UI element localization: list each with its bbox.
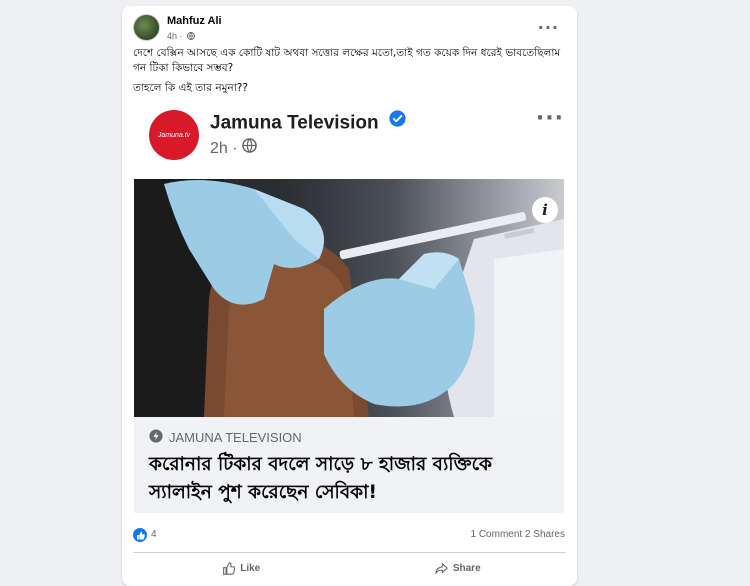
author-name[interactable]: Mahfuz Ali [167,15,222,27]
page-logo[interactable]: Jamuna.tv [149,110,199,160]
reactions-bar: 4 1 Comment 2 Shares [133,528,565,546]
share-count[interactable]: 2 Shares [525,529,565,540]
like-reaction-icon[interactable] [133,528,147,542]
post-time[interactable]: 4h [167,31,177,41]
engagement-counts: 1 Comment 2 Shares [471,529,566,540]
info-icon[interactable]: i [532,197,558,223]
link-domain: JAMUNA TELEVISION [169,430,302,445]
vaccination-illustration [134,179,564,417]
globe-icon [187,31,195,42]
bolt-icon [149,429,163,446]
share-label: Share [452,562,481,574]
shared-post[interactable]: Jamuna.tv Jamuna Television 2h · ··· i J… [134,99,564,513]
post-text: দেশে বেক্সিন আসছে এক কোটি ষাট অথবা সত্তো… [133,46,563,96]
share-button[interactable]: Share [350,556,567,580]
page-name[interactable]: Jamuna Television [210,113,379,134]
reaction-count[interactable]: 4 [151,529,157,540]
post-header: Mahfuz Ali 4h · ··· [133,14,569,48]
more-options-icon[interactable]: ··· [538,18,559,37]
divider [133,552,566,553]
page-name-row: Jamuna Television [210,110,406,135]
facebook-post: Mahfuz Ali 4h · ··· দেশে বেক্সিন আসছে এক… [122,6,577,586]
post-text-line-1: দেশে বেক্সিন আসছে এক কোটি ষাট অথবা সত্তো… [133,47,561,74]
post-meta: 4h · [167,31,195,42]
post-text-line-2: তাহলে কি এই তার নমুনা?? [133,82,248,94]
verified-badge-icon [389,110,406,133]
globe-icon [242,138,257,158]
more-options-icon[interactable]: ··· [536,106,564,131]
shared-post-header: Jamuna.tv Jamuna Television 2h · ··· [134,99,564,171]
share-arrow-icon [435,562,448,574]
shared-post-time[interactable]: 2h [210,140,228,157]
action-bar: Like Share [133,556,566,580]
link-domain-row: JAMUNA TELEVISION [149,429,302,446]
page-logo-text: Jamuna.tv [157,131,191,139]
thumbs-up-icon [223,561,236,575]
shared-post-meta: 2h · [210,138,257,159]
like-label: Like [240,562,261,574]
link-preview[interactable]: JAMUNA TELEVISION করোনার টিকার বদলে সাড়… [134,417,564,513]
avatar[interactable] [133,14,160,41]
vaccination-photo[interactable]: i [134,179,564,417]
comment-count[interactable]: 1 Comment [471,529,523,540]
like-button[interactable]: Like [133,556,350,580]
link-headline[interactable]: করোনার টিকার বদলে সাড়ে ৮ হাজার ব্যক্তিক… [149,451,554,507]
